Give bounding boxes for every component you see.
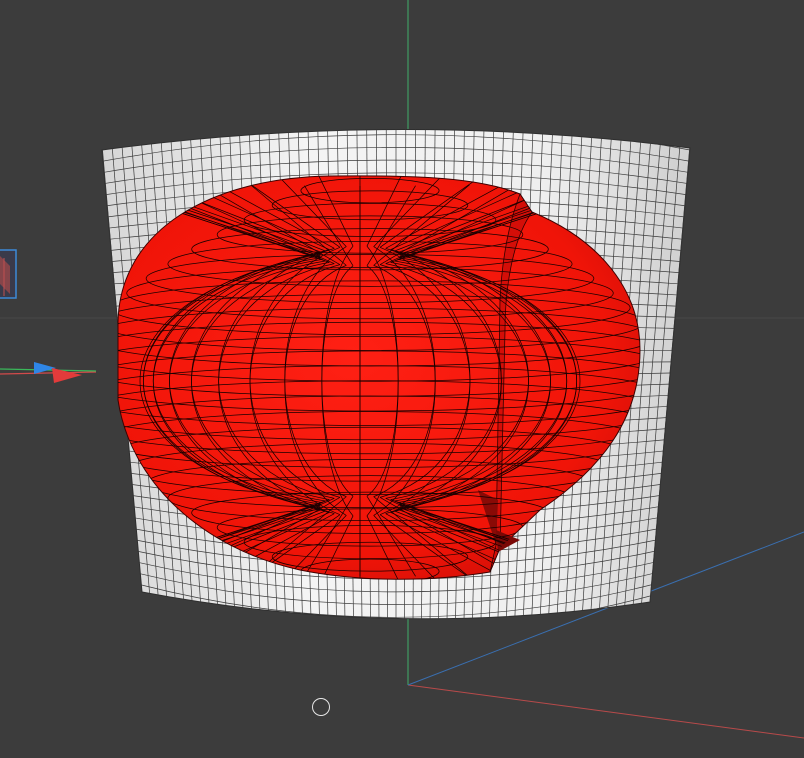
gizmo-x-line: [0, 371, 97, 375]
pivot-circle-icon[interactable]: [312, 698, 330, 716]
3d-viewport[interactable]: [0, 0, 804, 758]
transform-gizmo[interactable]: [0, 362, 97, 383]
scene-canvas[interactable]: [0, 0, 804, 758]
x-axis-line: [407, 684, 804, 739]
view-cube-icon[interactable]: [0, 249, 17, 299]
